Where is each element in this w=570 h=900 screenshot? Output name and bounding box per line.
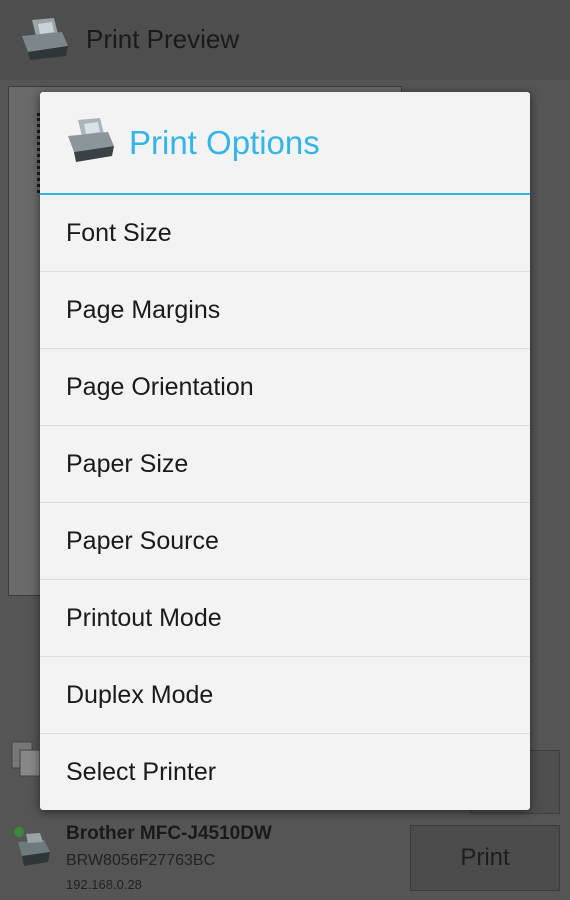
menu-item-font-size[interactable]: Font Size xyxy=(40,195,530,272)
menu-item-select-printer[interactable]: Select Printer xyxy=(40,734,530,810)
app-bar: Print Preview xyxy=(0,0,570,81)
menu-item-printout-mode[interactable]: Printout Mode xyxy=(40,580,530,657)
printer-app-icon xyxy=(22,18,68,60)
printer-icon xyxy=(14,827,50,866)
dialog-header: Print Options xyxy=(40,92,530,195)
menu-item-page-orientation[interactable]: Page Orientation xyxy=(40,349,530,426)
printer-name: Brother MFC-J4510DW xyxy=(66,823,272,844)
printer-app-icon xyxy=(68,118,114,162)
menu-item-paper-size[interactable]: Paper Size xyxy=(40,426,530,503)
printer-id: BRW8056F27763BC xyxy=(66,852,216,869)
print-options-list: Font Size Page Margins Page Orientation … xyxy=(40,195,530,810)
menu-item-paper-source[interactable]: Paper Source xyxy=(40,503,530,580)
menu-item-page-margins[interactable]: Page Margins xyxy=(40,272,530,349)
dialog-title: Print Options xyxy=(129,124,320,161)
print-options-dialog: Print Options Font Size Page Margins Pag… xyxy=(40,92,530,810)
print-button[interactable]: Print xyxy=(410,825,560,891)
menu-item-duplex-mode[interactable]: Duplex Mode xyxy=(40,657,530,734)
page-title: Print Preview xyxy=(86,24,240,54)
printer-ip: 192.168.0.28 xyxy=(66,877,142,892)
files-icon[interactable] xyxy=(10,740,44,780)
